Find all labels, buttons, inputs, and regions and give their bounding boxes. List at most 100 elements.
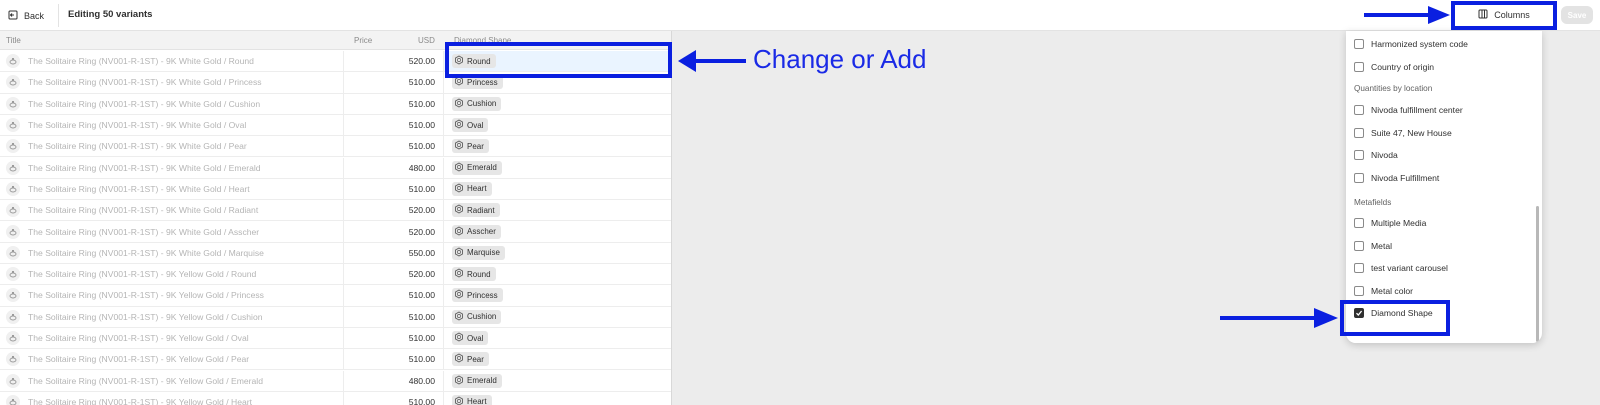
- checkbox[interactable]: [1354, 285, 1364, 296]
- diamond-shape-cell[interactable]: Cushion: [444, 94, 671, 114]
- variants-grid: Title Price USD Diamond Shape The Solita…: [0, 31, 671, 405]
- diamond-shape-cell[interactable]: Heart: [444, 179, 671, 199]
- column-option-metal-color[interactable]: Metal color: [1354, 283, 1413, 299]
- diamond-shape-icon: [454, 247, 464, 259]
- column-option-suite-47-new-house[interactable]: Suite 47, New House: [1354, 125, 1452, 141]
- variant-title-cell: The Solitaire Ring (NV001-R-1ST) - 9K Wh…: [0, 221, 344, 242]
- column-option-nivoda-fulfillment-center[interactable]: Nivoda fulfillment center: [1354, 102, 1463, 118]
- column-option-country-of-origin[interactable]: Country of origin: [1354, 59, 1434, 75]
- top-bar: Back Editing 50 variants Columns Save: [0, 0, 1600, 31]
- column-option-label: Harmonized system code: [1371, 39, 1468, 49]
- checkbox[interactable]: [1354, 218, 1364, 228]
- variant-title: The Solitaire Ring (NV001-R-1ST) - 9K Wh…: [28, 77, 262, 88]
- column-option-multiple-media[interactable]: Multiple Media: [1354, 215, 1426, 231]
- column-option-nivoda[interactable]: Nivoda: [1354, 147, 1398, 163]
- diamond-shape-chip[interactable]: Heart: [452, 394, 492, 405]
- diamond-shape-label: Cushion: [467, 99, 497, 109]
- variant-title-cell: The Solitaire Ring (NV001-R-1ST) - 9K Wh…: [0, 136, 344, 157]
- price-cell[interactable]: 480.00: [344, 370, 444, 391]
- diamond-shape-chip[interactable]: Radiant: [452, 203, 500, 218]
- price-cell[interactable]: 510.00: [344, 136, 444, 157]
- diamond-shape-chip[interactable]: Emerald: [452, 160, 502, 175]
- checkbox[interactable]: [1354, 150, 1364, 160]
- price-cell[interactable]: 510.00: [344, 349, 444, 370]
- diamond-shape-chip[interactable]: Princess: [452, 288, 503, 303]
- price-cell[interactable]: 480.00: [344, 157, 444, 178]
- diamond-shape-label: Emerald: [467, 376, 497, 386]
- price-cell[interactable]: 510.00: [344, 306, 444, 327]
- diamond-shape-chip[interactable]: Asscher: [452, 224, 501, 239]
- column-option-harmonized-system-code[interactable]: Harmonized system code: [1354, 36, 1468, 52]
- price-cell[interactable]: 510.00: [344, 178, 444, 200]
- diamond-shape-label: Heart: [467, 397, 487, 405]
- price-cell[interactable]: 510.00: [344, 285, 444, 306]
- diamond-shape-cell[interactable]: Heart: [444, 392, 671, 405]
- checkbox[interactable]: [1354, 172, 1364, 183]
- diamond-shape-cell[interactable]: Emerald: [444, 371, 671, 391]
- column-option-nivoda-fulfillment[interactable]: Nivoda Fulfillment: [1354, 170, 1439, 186]
- checkbox[interactable]: [1354, 127, 1364, 138]
- diamond-shape-cell[interactable]: Pear: [444, 349, 671, 369]
- table-row: The Solitaire Ring (NV001-R-1ST) - 9K Ye…: [0, 264, 671, 286]
- diamond-shape-cell[interactable]: Radiant: [444, 200, 671, 220]
- variant-title-cell: The Solitaire Ring (NV001-R-1ST) - 9K Wh…: [0, 93, 344, 114]
- diamond-shape-chip[interactable]: Oval: [452, 118, 489, 133]
- checkbox[interactable]: [1354, 61, 1364, 72]
- table-row: The Solitaire Ring (NV001-R-1ST) - 9K Wh…: [0, 93, 671, 115]
- column-option-label: Suite 47, New House: [1371, 127, 1452, 138]
- annotation-box-diamond-shape-option: [1340, 300, 1450, 336]
- section-heading-locations: Quantities by location: [1354, 84, 1433, 93]
- price-cell[interactable]: 510.00: [344, 114, 444, 136]
- diamond-shape-chip[interactable]: Pear: [452, 139, 489, 154]
- diamond-shape-chip[interactable]: Pear: [452, 352, 489, 367]
- column-option-label: test variant carousel: [1371, 263, 1448, 273]
- diamond-shape-label: Heart: [467, 184, 487, 194]
- diamond-shape-cell[interactable]: Pear: [444, 136, 671, 156]
- ring-thumbnail-icon: [6, 373, 20, 388]
- back-button[interactable]: Back: [8, 8, 44, 23]
- save-button[interactable]: Save: [1561, 6, 1593, 24]
- diamond-shape-cell[interactable]: Round: [444, 264, 671, 284]
- diamond-shape-cell[interactable]: Emerald: [444, 158, 671, 178]
- diamond-shape-chip[interactable]: Cushion: [452, 309, 502, 324]
- ring-thumbnail-icon: [6, 352, 20, 367]
- diamond-shape-chip[interactable]: Heart: [452, 181, 492, 196]
- header-currency: USD: [418, 36, 435, 45]
- price-cell[interactable]: 510.00: [344, 327, 444, 349]
- diamond-shape-cell[interactable]: Oval: [444, 328, 671, 348]
- diamond-shape-cell[interactable]: Oval: [444, 115, 671, 135]
- diamond-shape-chip[interactable]: Round: [452, 267, 496, 282]
- price-cell[interactable]: 520.00: [344, 51, 444, 72]
- price-cell[interactable]: 520.00: [344, 221, 444, 242]
- diamond-shape-chip[interactable]: Oval: [452, 331, 489, 346]
- diamond-shape-chip[interactable]: Cushion: [452, 96, 502, 111]
- price-cell[interactable]: 510.00: [344, 391, 444, 405]
- diamond-shape-label: Oval: [467, 120, 484, 130]
- diamond-shape-chip[interactable]: Emerald: [452, 373, 502, 388]
- column-option-metal[interactable]: Metal: [1354, 238, 1392, 254]
- price-cell[interactable]: 520.00: [344, 264, 444, 285]
- diamond-shape-label: Pear: [467, 141, 484, 151]
- checkbox[interactable]: [1354, 263, 1364, 273]
- diamond-shape-icon: [454, 119, 464, 131]
- price-cell[interactable]: 520.00: [344, 200, 444, 221]
- diamond-shape-cell[interactable]: Cushion: [444, 307, 671, 327]
- panel-scrollbar[interactable]: [1536, 206, 1539, 342]
- diamond-shape-cell[interactable]: Princess: [444, 285, 671, 305]
- price-cell[interactable]: 510.00: [344, 93, 444, 114]
- price-cell[interactable]: 550.00: [344, 242, 444, 263]
- annotation-arrow-option: [1220, 308, 1338, 328]
- back-arrow-icon: [8, 10, 18, 22]
- diamond-shape-label: Cushion: [467, 312, 497, 322]
- table-row: The Solitaire Ring (NV001-R-1ST) - 9K Wh…: [0, 200, 671, 222]
- variant-title-cell: The Solitaire Ring (NV001-R-1ST) - 9K Ye…: [0, 264, 344, 285]
- ring-thumbnail-icon: [6, 139, 20, 154]
- diamond-shape-cell[interactable]: Asscher: [444, 221, 671, 241]
- checkbox[interactable]: [1354, 39, 1364, 49]
- checkbox[interactable]: [1354, 240, 1364, 251]
- diamond-shape-cell[interactable]: Marquise: [444, 243, 671, 263]
- column-option-test-variant-carousel[interactable]: test variant carousel: [1354, 260, 1448, 276]
- checkbox[interactable]: [1354, 105, 1364, 115]
- diamond-shape-chip[interactable]: Marquise: [452, 245, 505, 260]
- price-cell[interactable]: 510.00: [344, 72, 444, 93]
